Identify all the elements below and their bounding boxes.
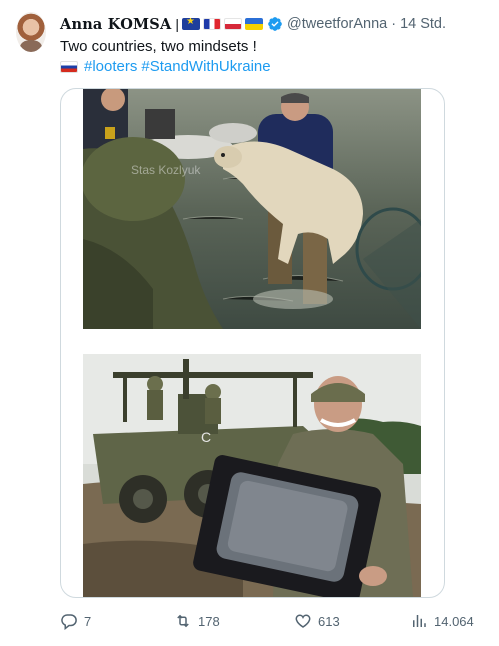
like-count: 613 [318,613,340,629]
reply-count: 7 [84,613,92,629]
verified-badge-icon [268,17,282,31]
header-dot: · [391,16,397,32]
timestamp[interactable]: 14 Std. [400,16,446,32]
tweet-text: Two countries, two mindsets ! [60,38,257,55]
photo-soldier-tv[interactable]: C [83,354,421,597]
eu-flag-icon [182,18,201,30]
retweet-icon [177,614,189,628]
views-button[interactable]: 14.064 [410,608,474,634]
reply-button[interactable]: 7 [60,608,91,634]
reply-icon [61,614,77,630]
media-card[interactable]: Stas Kozlyuk C [60,88,445,598]
like-button[interactable]: 613 [294,608,340,634]
hashtag-line: #looters #StandWithUkraine [60,57,275,77]
heart-icon [295,614,311,628]
author-handle[interactable]: @tweetforAnna [287,16,387,32]
name-separator: | [175,16,180,32]
hashtag-looters[interactable]: #looters [84,57,137,77]
avatar-shoulders [20,40,42,52]
tweet[interactable]: Anna KOMSA | @tweetforAnna · 14 Std. Two… [0,0,499,646]
avatar[interactable] [16,12,46,52]
ukraine-flag-icon [245,18,264,30]
view-count: 14.064 [434,613,474,629]
retweet-count: 178 [198,613,220,629]
author-name[interactable]: Anna KOMSA [60,16,171,33]
france-flag-icon [203,18,222,30]
photo-dog-rescue[interactable]: Stas Kozlyuk [83,89,421,329]
photo-watermark: Stas Kozlyuk [131,163,201,177]
svg-text:C: C [201,429,211,445]
poland-flag-icon [224,18,243,30]
hashtag-standwithukraine[interactable]: #StandWithUkraine [141,57,270,77]
views-icon [413,615,426,627]
action-bar: 7 178 613 14.064 [60,608,485,634]
russia-flag-icon [60,61,78,73]
retweet-button[interactable]: 178 [174,608,220,634]
tweet-header: Anna KOMSA | @tweetforAnna · 14 Std. [60,14,446,34]
